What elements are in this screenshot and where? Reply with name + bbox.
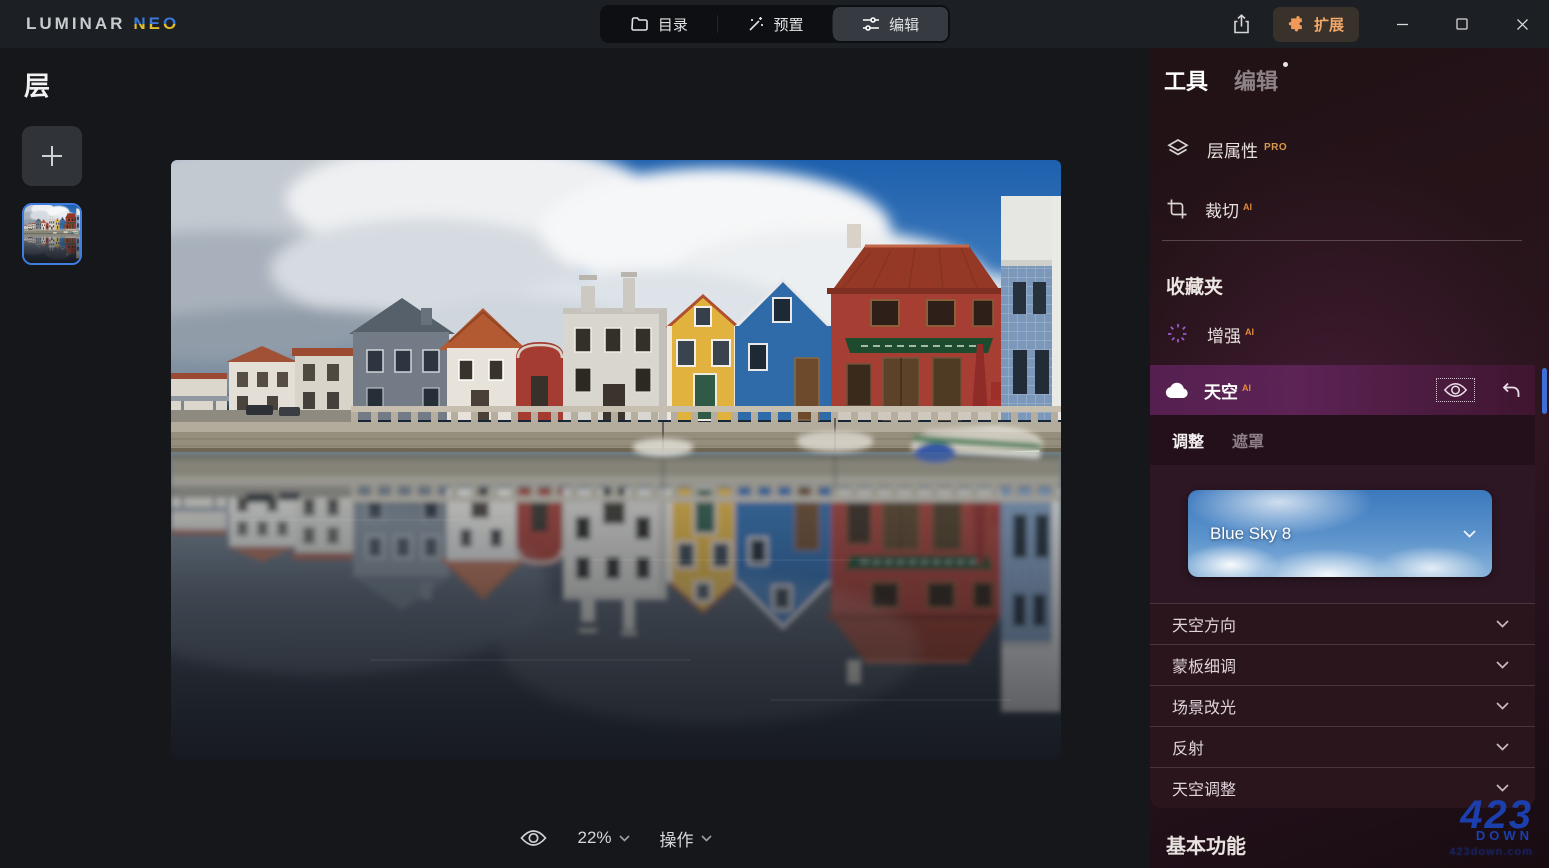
chevron-down-icon bbox=[1463, 530, 1476, 538]
ai-badge: AI bbox=[1245, 327, 1254, 337]
sliders-icon bbox=[862, 16, 880, 32]
tab-catalog[interactable]: 目录 bbox=[602, 7, 717, 41]
eye-icon bbox=[520, 829, 547, 847]
sky-visibility-toggle[interactable] bbox=[1436, 378, 1475, 402]
puzzle-icon bbox=[1288, 16, 1305, 33]
tab-presets[interactable]: 预置 bbox=[718, 7, 833, 41]
tab-tools-label: 工具 bbox=[1164, 69, 1208, 94]
layer-thumbnail[interactable] bbox=[22, 203, 82, 265]
tab-tools[interactable]: 工具 bbox=[1164, 64, 1208, 96]
section-sky-orientation[interactable]: 天空方向 bbox=[1150, 603, 1535, 644]
mode-tab-strip: 目录 预置 编辑 bbox=[600, 5, 950, 43]
tab-edits-label: 编辑 bbox=[1234, 69, 1278, 94]
titlebar-controls: 扩展 bbox=[1225, 0, 1539, 48]
panel-tab-bar: 工具 编辑 bbox=[1164, 64, 1278, 96]
minimize-icon bbox=[1396, 18, 1409, 31]
actions-label: 操作 bbox=[660, 826, 694, 851]
sky-sections-list: 天空方向 蒙板细调 场景改光 反射 天空调整 bbox=[1150, 603, 1535, 808]
close-button[interactable] bbox=[1505, 7, 1539, 41]
viewer-toolbar: 22% 操作 bbox=[171, 818, 1061, 858]
chevron-down-icon bbox=[701, 835, 712, 842]
ai-badge: AI bbox=[1243, 202, 1252, 212]
panel-scrollbar-thumb[interactable] bbox=[1542, 368, 1547, 414]
sky-reset-button[interactable] bbox=[1501, 381, 1521, 400]
sky-adjust-tab[interactable]: 调整 bbox=[1172, 428, 1204, 452]
sky-preset-dropdown[interactable]: Blue Sky 8 bbox=[1188, 490, 1492, 577]
sky-preset-zone: Blue Sky 8 bbox=[1150, 465, 1535, 603]
sky-sub-tabs: 调整 遮罩 bbox=[1150, 415, 1535, 465]
tool-enhance[interactable]: 增强AI bbox=[1150, 308, 1535, 360]
section-sky-adjustments[interactable]: 天空调整 bbox=[1150, 767, 1535, 808]
layers-icon bbox=[1166, 137, 1190, 161]
chevron-down-icon bbox=[619, 835, 630, 842]
photo-image bbox=[171, 160, 1061, 760]
panel-divider bbox=[1162, 240, 1522, 241]
layers-panel-title: 层 bbox=[24, 66, 50, 103]
title-bar: LUMINAR NEO 目录 预置 编辑 bbox=[0, 0, 1549, 48]
chevron-down-icon bbox=[1496, 620, 1509, 628]
sky-tool-card: 天空AI 调整 遮罩 Blue Sky 8 天空方向 蒙 bbox=[1150, 365, 1535, 808]
extensions-button[interactable]: 扩展 bbox=[1273, 7, 1359, 42]
tab-edits[interactable]: 编辑 bbox=[1234, 64, 1278, 96]
logo-neo: NEO bbox=[133, 14, 179, 33]
sky-tool-label: 天空AI bbox=[1204, 378, 1251, 403]
add-layer-button[interactable] bbox=[22, 126, 82, 186]
photo-canvas[interactable] bbox=[171, 160, 1061, 760]
zoom-level-dropdown[interactable]: 22% bbox=[577, 828, 629, 848]
section-reflection[interactable]: 反射 bbox=[1150, 726, 1535, 767]
preview-eye-button[interactable] bbox=[520, 829, 547, 847]
sky-tool-header[interactable]: 天空AI bbox=[1150, 365, 1535, 415]
logo-luminar: LUMINAR bbox=[26, 14, 125, 33]
ai-badge: AI bbox=[1242, 383, 1251, 393]
chevron-down-icon bbox=[1496, 702, 1509, 710]
minimize-button[interactable] bbox=[1385, 7, 1419, 41]
maximize-button[interactable] bbox=[1445, 7, 1479, 41]
tab-catalog-label: 目录 bbox=[658, 14, 688, 35]
section-scene-relighting[interactable]: 场景改光 bbox=[1150, 685, 1535, 726]
chevron-down-icon bbox=[1496, 743, 1509, 751]
extensions-label: 扩展 bbox=[1314, 14, 1344, 35]
share-button[interactable] bbox=[1225, 7, 1259, 41]
share-icon bbox=[1232, 14, 1251, 35]
folder-icon bbox=[631, 16, 649, 32]
chevron-down-icon bbox=[1496, 661, 1509, 669]
close-icon bbox=[1516, 18, 1529, 31]
magic-wand-icon bbox=[747, 15, 765, 33]
plus-icon bbox=[39, 143, 65, 169]
cloud-icon bbox=[1164, 382, 1190, 399]
tool-crop[interactable]: 裁切AI bbox=[1150, 180, 1535, 238]
crop-icon bbox=[1166, 198, 1188, 220]
chevron-down-icon bbox=[1496, 784, 1509, 792]
tab-edit[interactable]: 编辑 bbox=[833, 7, 948, 41]
layer-thumbnail-image bbox=[24, 205, 80, 263]
tab-presets-label: 预置 bbox=[774, 14, 804, 35]
tool-layer-properties[interactable]: 层属性PRO bbox=[1150, 120, 1535, 178]
sky-mask-tab[interactable]: 遮罩 bbox=[1232, 428, 1264, 452]
app-logo: LUMINAR NEO bbox=[26, 14, 179, 34]
pro-badge: PRO bbox=[1264, 142, 1287, 153]
tool-label: 裁切AI bbox=[1205, 197, 1252, 222]
sky-preset-name: Blue Sky 8 bbox=[1210, 524, 1463, 544]
zoom-level-value: 22% bbox=[577, 828, 611, 848]
tool-label: 层属性PRO bbox=[1207, 137, 1287, 162]
actions-dropdown[interactable]: 操作 bbox=[660, 826, 712, 851]
favorites-header: 收藏夹 bbox=[1166, 272, 1223, 299]
sparkle-icon bbox=[1166, 322, 1190, 346]
maximize-icon bbox=[1456, 18, 1468, 30]
edits-indicator-dot bbox=[1283, 62, 1288, 67]
tool-label: 增强AI bbox=[1207, 322, 1254, 347]
basic-tools-header: 基本功能 bbox=[1166, 830, 1246, 859]
tools-panel: 工具 编辑 层属性PRO 裁切AI 收藏夹 增强AI 天空AI bbox=[1150, 48, 1549, 868]
tab-edit-label: 编辑 bbox=[889, 14, 919, 35]
section-mask-refinement[interactable]: 蒙板细调 bbox=[1150, 644, 1535, 685]
